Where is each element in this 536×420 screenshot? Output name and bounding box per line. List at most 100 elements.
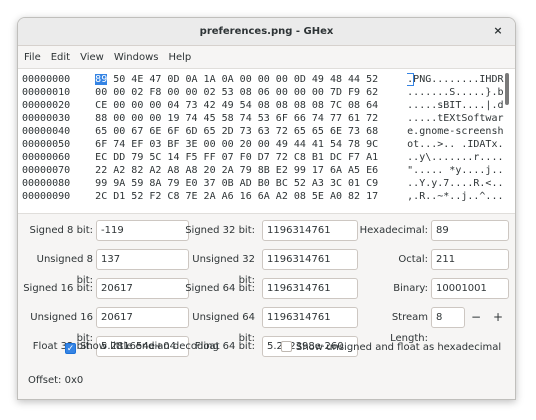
hex-byte-first[interactable]: CE: [95, 100, 107, 111]
hex-row[interactable]: 00000000 89 50 4E 47 0D 0A 1A 0A 00 00 00…: [18, 73, 515, 86]
row-offset: 00000060: [22, 152, 71, 163]
ascii-chars-rest[interactable]: .R..~*..j..^...: [413, 191, 503, 202]
menu-help[interactable]: Help: [168, 52, 191, 63]
unsigned-hex-checkbox[interactable]: [281, 341, 292, 352]
unsigned32-field[interactable]: 1196314761: [262, 249, 358, 270]
row-hex-bytes[interactable]: 6F 74 EF 03 BF 3E 00 00 20 00 49 44 41 5…: [95, 138, 407, 151]
ascii-chars-rest[interactable]: ....tEXtSoftwar: [413, 113, 503, 124]
ascii-chars-rest[interactable]: ..... *y....j..: [413, 165, 503, 176]
ascii-chars-rest[interactable]: .gnome-screensh: [413, 126, 503, 137]
hex-row[interactable]: 00000080 99 9A 59 8A 79 E0 37 0B AD B0 BC…: [18, 177, 515, 190]
unsigned64-field[interactable]: 1196314761: [262, 307, 358, 328]
hex-byte-first[interactable]: 89: [95, 74, 108, 85]
row-ascii[interactable]: .....tEXtSoftwar: [407, 112, 515, 125]
binary-label: Binary:: [393, 283, 428, 294]
unsigned16-field[interactable]: 20617: [96, 307, 189, 328]
close-icon[interactable]: ×: [491, 24, 505, 37]
hex-row[interactable]: 00000050 6F 74 EF 03 BF 3E 00 00 20 00 49…: [18, 138, 515, 151]
row-hex-bytes[interactable]: 65 00 67 6E 6F 6D 65 2D 73 63 72 65 65 6…: [95, 125, 407, 138]
unsigned-hex-option[interactable]: Show unsigned and float as hexadecimal: [281, 341, 501, 353]
hex-row[interactable]: 00000040 65 00 67 6E 6F 6D 65 2D 73 63 72…: [18, 125, 515, 138]
binary-field[interactable]: 10001001: [431, 278, 509, 299]
row-hex-bytes[interactable]: EC DD 79 5C 14 F5 FF 07 F0 D7 72 C8 B1 D…: [95, 151, 407, 164]
hex-editor[interactable]: 00000000 89 50 4E 47 0D 0A 1A 0A 00 00 00…: [18, 68, 515, 214]
row-hex-bytes[interactable]: 00 00 02 F8 00 00 02 53 08 06 00 00 00 7…: [95, 86, 407, 99]
hex-row[interactable]: 00000020 CE 00 00 00 04 73 42 49 54 08 08…: [18, 99, 515, 112]
ascii-chars-rest[interactable]: ......S.....}.b: [413, 87, 503, 98]
offset-status: Offset: 0x0: [28, 375, 84, 386]
hex-row[interactable]: 00000010 00 00 02 F8 00 00 02 53 08 06 00…: [18, 86, 515, 99]
row-ascii[interactable]: ..Y.y.7....R.<..: [407, 177, 515, 190]
row-ascii[interactable]: e.gnome-screensh: [407, 125, 515, 138]
signed32-field[interactable]: 1196314761: [262, 220, 358, 241]
hex-bytes-rest[interactable]: 00 67 6E 6F 6D 65 2D 73 63 72 65 65 6E 7…: [107, 126, 378, 137]
hex-bytes-rest[interactable]: 74 EF 03 BF 3E 00 00 20 00 49 44 41 54 7…: [107, 139, 378, 150]
menu-windows[interactable]: Windows: [114, 52, 159, 63]
hex-byte-first[interactable]: 00: [95, 87, 107, 98]
hex-bytes-rest[interactable]: DD 79 5C 14 F5 FF 07 F0 D7 72 C8 B1 DC F…: [107, 152, 378, 163]
row-ascii[interactable]: .PNG........IHDR: [407, 73, 515, 86]
title-bar: preferences.png - GHex ×: [18, 18, 515, 46]
row-ascii[interactable]: ot...>.. .IDATx.: [407, 138, 515, 151]
row-offset: 00000070: [22, 165, 71, 176]
little-endian-option[interactable]: ✓ Show little endian decoding: [65, 341, 219, 354]
stream-length-decrement-button[interactable]: −: [465, 307, 487, 328]
row-hex-bytes[interactable]: 99 9A 59 8A 79 E0 37 0B AD B0 BC 52 A3 3…: [95, 177, 407, 190]
little-endian-checkbox[interactable]: ✓: [65, 343, 76, 354]
status-bar: Offset: 0x0: [28, 375, 83, 386]
row-hex-bytes[interactable]: 2C D1 52 F2 C8 7E 2A A6 16 6A A2 08 5E A…: [95, 190, 407, 203]
hex-byte-first[interactable]: 22: [95, 165, 107, 176]
ascii-chars-rest[interactable]: t...>.. .IDATx.: [413, 139, 503, 150]
hex-bytes-rest[interactable]: 00 00 00 04 73 42 49 54 08 08 08 08 7C 0…: [107, 100, 378, 111]
signed16-label: Signed 16 bit:: [23, 283, 93, 294]
octal-field[interactable]: 211: [431, 249, 509, 270]
hex-byte-first[interactable]: 99: [95, 178, 107, 189]
menu-edit[interactable]: Edit: [51, 52, 70, 63]
ghex-window: preferences.png - GHex × File Edit View …: [17, 17, 516, 400]
signed16-field[interactable]: 20617: [96, 278, 189, 299]
ascii-chars-rest[interactable]: ....sBIT....|.d: [413, 100, 503, 111]
hex-bytes-rest[interactable]: 00 00 00 19 74 45 58 74 53 6F 66 74 77 6…: [107, 113, 378, 124]
menu-file[interactable]: File: [24, 52, 41, 63]
stream-length-field[interactable]: 8: [431, 307, 465, 328]
hex-row[interactable]: 00000060 EC DD 79 5C 14 F5 FF 07 F0 D7 72…: [18, 151, 515, 164]
row-hex-bytes[interactable]: 89 50 4E 47 0D 0A 1A 0A 00 00 00 0D 49 4…: [95, 73, 407, 86]
ascii-chars-rest[interactable]: .y\.......r....: [413, 152, 503, 163]
window-title: preferences.png - GHex: [199, 26, 334, 37]
hexadecimal-label: Hexadecimal:: [359, 225, 428, 236]
row-offset: 00000040: [22, 126, 71, 137]
hex-byte-first[interactable]: 88: [95, 113, 107, 124]
ascii-chars-rest[interactable]: .Y.y.7....R.<..: [413, 178, 503, 189]
signed64-field[interactable]: 1196314761: [262, 278, 358, 299]
hex-bytes-rest[interactable]: 9A 59 8A 79 E0 37 0B AD B0 BC 52 A3 3C 0…: [107, 178, 378, 189]
row-hex-bytes[interactable]: CE 00 00 00 04 73 42 49 54 08 08 08 08 7…: [95, 99, 407, 112]
row-offset: 00000000: [22, 74, 71, 85]
menu-view[interactable]: View: [80, 52, 104, 63]
row-ascii[interactable]: .......S.....}.b: [407, 86, 515, 99]
row-ascii[interactable]: .....sBIT....|.d: [407, 99, 515, 112]
unsigned8-field[interactable]: 137: [96, 249, 189, 270]
signed8-field[interactable]: -119: [96, 220, 189, 241]
row-ascii[interactable]: "..... *y....j..: [407, 164, 515, 177]
stream-length-increment-button[interactable]: +: [487, 307, 509, 328]
hex-byte-first[interactable]: 65: [95, 126, 107, 137]
hex-row[interactable]: 00000070 22 A2 82 A2 A8 A8 20 2A 79 8B E2…: [18, 164, 515, 177]
hex-bytes-rest[interactable]: D1 52 F2 C8 7E 2A A6 16 6A A2 08 5E A0 8…: [107, 191, 378, 202]
hex-byte-first[interactable]: EC: [95, 152, 107, 163]
row-hex-bytes[interactable]: 22 A2 82 A2 A8 A8 20 2A 79 8B E2 99 17 6…: [95, 164, 407, 177]
row-ascii[interactable]: ..y\.......r....: [407, 151, 515, 164]
row-offset: 00000030: [22, 113, 71, 124]
hex-byte-first[interactable]: 6F: [95, 139, 107, 150]
hex-bytes-rest[interactable]: 00 02 F8 00 00 02 53 08 06 00 00 00 7D F…: [107, 87, 378, 98]
row-hex-bytes[interactable]: 88 00 00 00 19 74 45 58 74 53 6F 66 74 7…: [95, 112, 407, 125]
hex-byte-first[interactable]: 2C: [95, 191, 107, 202]
hex-bytes-rest[interactable]: A2 82 A2 A8 A8 20 2A 79 8B E2 99 17 6A A…: [107, 165, 378, 176]
hex-row[interactable]: 00000090 2C D1 52 F2 C8 7E 2A A6 16 6A A2…: [18, 190, 515, 203]
ascii-chars-rest[interactable]: PNG........IHDR: [413, 74, 503, 85]
scrollbar-thumb[interactable]: [505, 73, 509, 105]
row-offset: 00000090: [22, 191, 71, 202]
hex-bytes-rest[interactable]: 50 4E 47 0D 0A 1A 0A 00 00 00 0D 49 48 4…: [107, 74, 378, 85]
row-ascii[interactable]: ,.R..~*..j..^...: [407, 190, 515, 203]
hexadecimal-field[interactable]: 89: [431, 220, 509, 241]
hex-row[interactable]: 00000030 88 00 00 00 19 74 45 58 74 53 6F…: [18, 112, 515, 125]
